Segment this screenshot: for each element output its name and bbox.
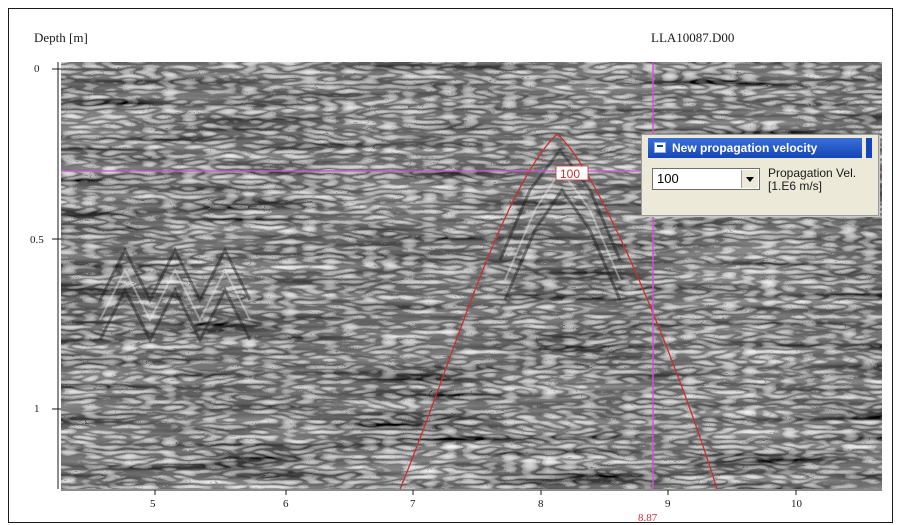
- velocity-tag-text: 100: [560, 167, 580, 181]
- titlebar-edge: [866, 138, 872, 158]
- velocity-tag: 100: [555, 165, 589, 181]
- depth-axis: [52, 62, 61, 489]
- velocity-units-label: Propagation Vel. [1.E6 m/s]: [768, 167, 878, 193]
- distance-axis: [61, 489, 882, 495]
- velocity-dialog: New propagation velocity 100 Propagation…: [641, 134, 879, 216]
- velocity-dialog-titlebar[interactable]: New propagation velocity: [648, 138, 862, 158]
- velocity-dialog-title: New propagation velocity: [672, 141, 818, 155]
- chevron-down-icon[interactable]: [741, 170, 758, 188]
- velocity-label-line2: [1.E6 m/s]: [768, 179, 823, 193]
- velocity-select[interactable]: 100: [652, 168, 760, 190]
- radargram-canvas[interactable]: 100: [0, 0, 903, 525]
- window-icon: [654, 142, 666, 153]
- velocity-select-value: 100: [657, 171, 679, 186]
- radar-data-image: [61, 62, 882, 489]
